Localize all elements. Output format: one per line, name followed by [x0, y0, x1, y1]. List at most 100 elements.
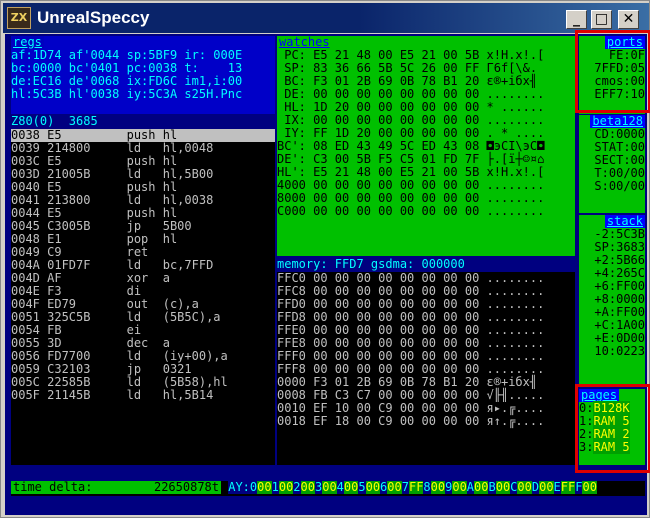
stack-line[interactable]: +2:5B66 — [594, 253, 645, 267]
disasm-line[interactable]: 0055 3D dec a — [11, 336, 170, 350]
ay-reg-value[interactable]: 00 — [582, 481, 597, 494]
ay-reg-index: 8 — [423, 481, 431, 494]
disasm-line[interactable]: 003D 21005B ld hl,5B00 — [11, 167, 213, 181]
watch-line[interactable]: HL': E5 21 48 00 E5 21 00 5B x!H.x!.[ — [277, 165, 544, 179]
disasm-line[interactable]: 0059 C32103 jp 0321 — [11, 362, 192, 376]
disasm-line[interactable]: 0044 E5 push hl — [11, 206, 177, 220]
beta128-line[interactable]: CD:0000 — [594, 127, 645, 141]
ports-panel[interactable]: ports FE:0F 7FFD:05 cmos:00 EFF7:10 — [579, 36, 645, 114]
stack-line[interactable]: +4:265C — [594, 266, 645, 280]
beta128-line[interactable]: STAT:00 — [594, 140, 645, 154]
memory-line[interactable]: 0000 F3 01 2B 69 0B 78 B1 20 ε®+iбx╢ — [277, 375, 544, 389]
beta128-line[interactable]: S:00/00 — [594, 179, 645, 193]
watch-line[interactable]: HL: 1D 20 00 00 00 00 00 00 * ...... — [277, 100, 544, 114]
regs-panel[interactable]: regs af:1D74 af'0044 sp:5BF9 ir: 000E bc… — [11, 36, 275, 114]
ay-reg-value[interactable]: 00 — [539, 481, 554, 494]
disasm-line[interactable]: 0039 214800 ld hl,0048 — [11, 141, 213, 155]
memory-line[interactable]: 0010 EF 10 00 C9 00 00 00 00 я▸.╔.... — [277, 401, 544, 415]
watch-line[interactable]: 4000 00 00 00 00 00 00 00 00 ........ — [277, 178, 544, 192]
memory-line[interactable]: 0008 FB C3 C7 00 00 00 00 00 √╟╢..... — [277, 388, 544, 402]
regs-line: bc:0000 bc'0401 pc:0038 t: 13 — [11, 61, 243, 75]
ay-reg-value[interactable]: 00 — [257, 481, 272, 494]
beta128-panel[interactable]: beta128 CD:0000 STAT:00 SECT:00 T:00/00 … — [579, 115, 645, 213]
disasm-line[interactable]: 0056 FD7700 ld (iy+00),a — [11, 349, 228, 363]
disasm-line[interactable]: 0051 325C5B ld (5B5C),a — [11, 310, 221, 324]
watch-line[interactable]: IX: 00 00 00 00 00 00 00 00 ........ — [277, 113, 544, 127]
disasm-line[interactable]: 0049 C9 ret — [11, 245, 148, 259]
page-value[interactable]: B128K — [593, 401, 630, 415]
watch-line[interactable]: BC: F3 01 2B 69 0B 78 B1 20 ε®+iбx╢ — [277, 74, 544, 88]
memory-line[interactable]: FFC8 00 00 00 00 00 00 00 00 ........ — [277, 284, 544, 298]
close-button[interactable]: ✕ — [618, 10, 639, 29]
status-bar: time delta: 22650878t AY:0001002003004005… — [11, 481, 645, 496]
memory-line[interactable]: FFD0 00 00 00 00 00 00 00 00 ........ — [277, 297, 544, 311]
disasm-line[interactable]: 0041 213800 ld hl,0038 — [11, 193, 213, 207]
pages-panel[interactable]: pages 0:B128K 1:RAM 5 2:RAM 2 3:RAM 5 — [579, 389, 645, 465]
disassembly-panel[interactable]: 0038 E5 push hl 0039 214800 ld hl,0048 0… — [11, 129, 275, 465]
watches-panel[interactable]: watches PC: E5 21 48 00 E5 21 00 5B x!H.… — [277, 36, 575, 256]
app-icon[interactable]: ZX — [7, 7, 31, 29]
disasm-line[interactable]: 003C E5 push hl — [11, 154, 177, 168]
port-line[interactable]: cmos:00 — [594, 74, 645, 88]
watch-line[interactable]: BC': 08 ED 43 49 5C ED 43 08 ◘эCI\эC◘ — [277, 139, 544, 153]
watch-line[interactable]: IY: FF 1D 20 00 00 00 00 00 . * .... — [277, 126, 544, 140]
disasm-line[interactable]: 0048 E1 pop hl — [11, 232, 177, 246]
disasm-line[interactable]: 005C 22585B ld (5B58),hl — [11, 375, 228, 389]
watch-line[interactable]: 8000 00 00 00 00 00 00 00 00 ........ — [277, 191, 544, 205]
disasm-line[interactable]: 004A 01FD7F ld bc,7FFD — [11, 258, 213, 272]
memory-line[interactable]: FFE0 00 00 00 00 00 00 00 00 ........ — [277, 323, 544, 337]
page-value[interactable]: RAM 5 — [593, 440, 630, 454]
minimize-button[interactable]: _ — [566, 10, 587, 29]
ay-reg-value[interactable]: 00 — [365, 481, 381, 494]
page-value[interactable]: RAM 2 — [593, 427, 630, 441]
stack-line[interactable]: +C:1A00 — [594, 318, 645, 332]
stack-line[interactable]: -2:5C3B — [594, 227, 645, 241]
ay-reg-value[interactable]: 00 — [452, 481, 467, 494]
memory-panel[interactable]: FFC0 00 00 00 00 00 00 00 00 ........ FF… — [277, 272, 575, 465]
port-line[interactable]: EFF7:10 — [594, 87, 645, 101]
memory-line[interactable]: 0018 EF 18 00 C9 00 00 00 00 я↑.╔.... — [277, 414, 544, 428]
ay-reg-value[interactable]: 00 — [387, 481, 402, 494]
ay-reg-value[interactable]: 00 — [474, 481, 489, 494]
disasm-line[interactable]: 0045 C3005B jp 5B00 — [11, 219, 192, 233]
ay-reg-value[interactable]: FF — [408, 481, 424, 494]
disasm-line[interactable]: 004D AF xor a — [11, 271, 170, 285]
ay-reg-value[interactable]: 00 — [430, 481, 446, 494]
stack-panel[interactable]: stack -2:5C3B SP:3683 +2:5B66 +4:265C +6… — [579, 215, 645, 385]
watch-line[interactable]: DE': C3 00 5B F5 C5 01 FD 7F ├.[ї┼☺¤⌂ — [277, 152, 544, 166]
ay-reg-value[interactable]: FF — [560, 481, 576, 494]
ay-reg-value[interactable]: 00 — [517, 481, 532, 494]
beta128-line[interactable]: T:00/00 — [594, 166, 645, 180]
page-value[interactable]: RAM 5 — [593, 414, 630, 428]
watch-line[interactable]: C000 00 00 00 00 00 00 00 00 ........ — [277, 204, 544, 218]
port-line[interactable]: FE:0F — [609, 48, 645, 62]
disasm-line[interactable]: 005F 21145B ld hl,5B14 — [11, 388, 213, 402]
ay-reg-value[interactable]: 00 — [343, 481, 359, 494]
ay-reg-value[interactable]: 00 — [300, 481, 315, 494]
watch-line[interactable]: DE: 00 00 00 00 00 00 00 00 ........ — [277, 87, 544, 101]
memory-line[interactable]: FFD8 00 00 00 00 00 00 00 00 ........ — [277, 310, 544, 324]
memory-line[interactable]: FFE8 00 00 00 00 00 00 00 00 ........ — [277, 336, 544, 350]
disasm-line[interactable]: 004E F3 di — [11, 284, 141, 298]
memory-line[interactable]: FFF0 00 00 00 00 00 00 00 00 ........ — [277, 349, 544, 363]
ay-reg-value[interactable]: 00 — [495, 481, 511, 494]
disasm-line[interactable]: 0040 E5 push hl — [11, 180, 177, 194]
stack-line[interactable]: +6:FF00 — [594, 279, 645, 293]
stack-line[interactable]: +8:0000 — [594, 292, 645, 306]
maximize-button[interactable]: □ — [591, 10, 612, 29]
ay-reg-index: 1 — [271, 481, 279, 494]
ay-reg-value[interactable]: 00 — [278, 481, 294, 494]
stack-line[interactable]: +A:FF00 — [594, 305, 645, 319]
ay-reg-value[interactable]: 00 — [322, 481, 337, 494]
watch-line[interactable]: SP: 83 36 66 5B 5C 26 00 FF Г6f[\&. — [277, 61, 537, 75]
stack-line[interactable]: 10:0223 — [594, 344, 645, 358]
stack-line[interactable]: +E:0D00 — [594, 331, 645, 345]
watch-line[interactable]: PC: E5 21 48 00 E5 21 00 5B x!H.x!.[ — [277, 48, 544, 62]
stack-line[interactable]: SP:3683 — [594, 240, 645, 254]
port-line[interactable]: 7FFD:05 — [594, 61, 645, 75]
disasm-line[interactable]: 004F ED79 out (c),a — [11, 297, 199, 311]
beta128-line[interactable]: SECT:00 — [594, 153, 645, 167]
title-bar[interactable]: ZX UnrealSpeccy _ □ ✕ — [3, 3, 649, 33]
memory-line[interactable]: FFF8 00 00 00 00 00 00 00 00 ........ — [277, 362, 544, 376]
disasm-line[interactable]: 0054 FB ei — [11, 323, 141, 337]
